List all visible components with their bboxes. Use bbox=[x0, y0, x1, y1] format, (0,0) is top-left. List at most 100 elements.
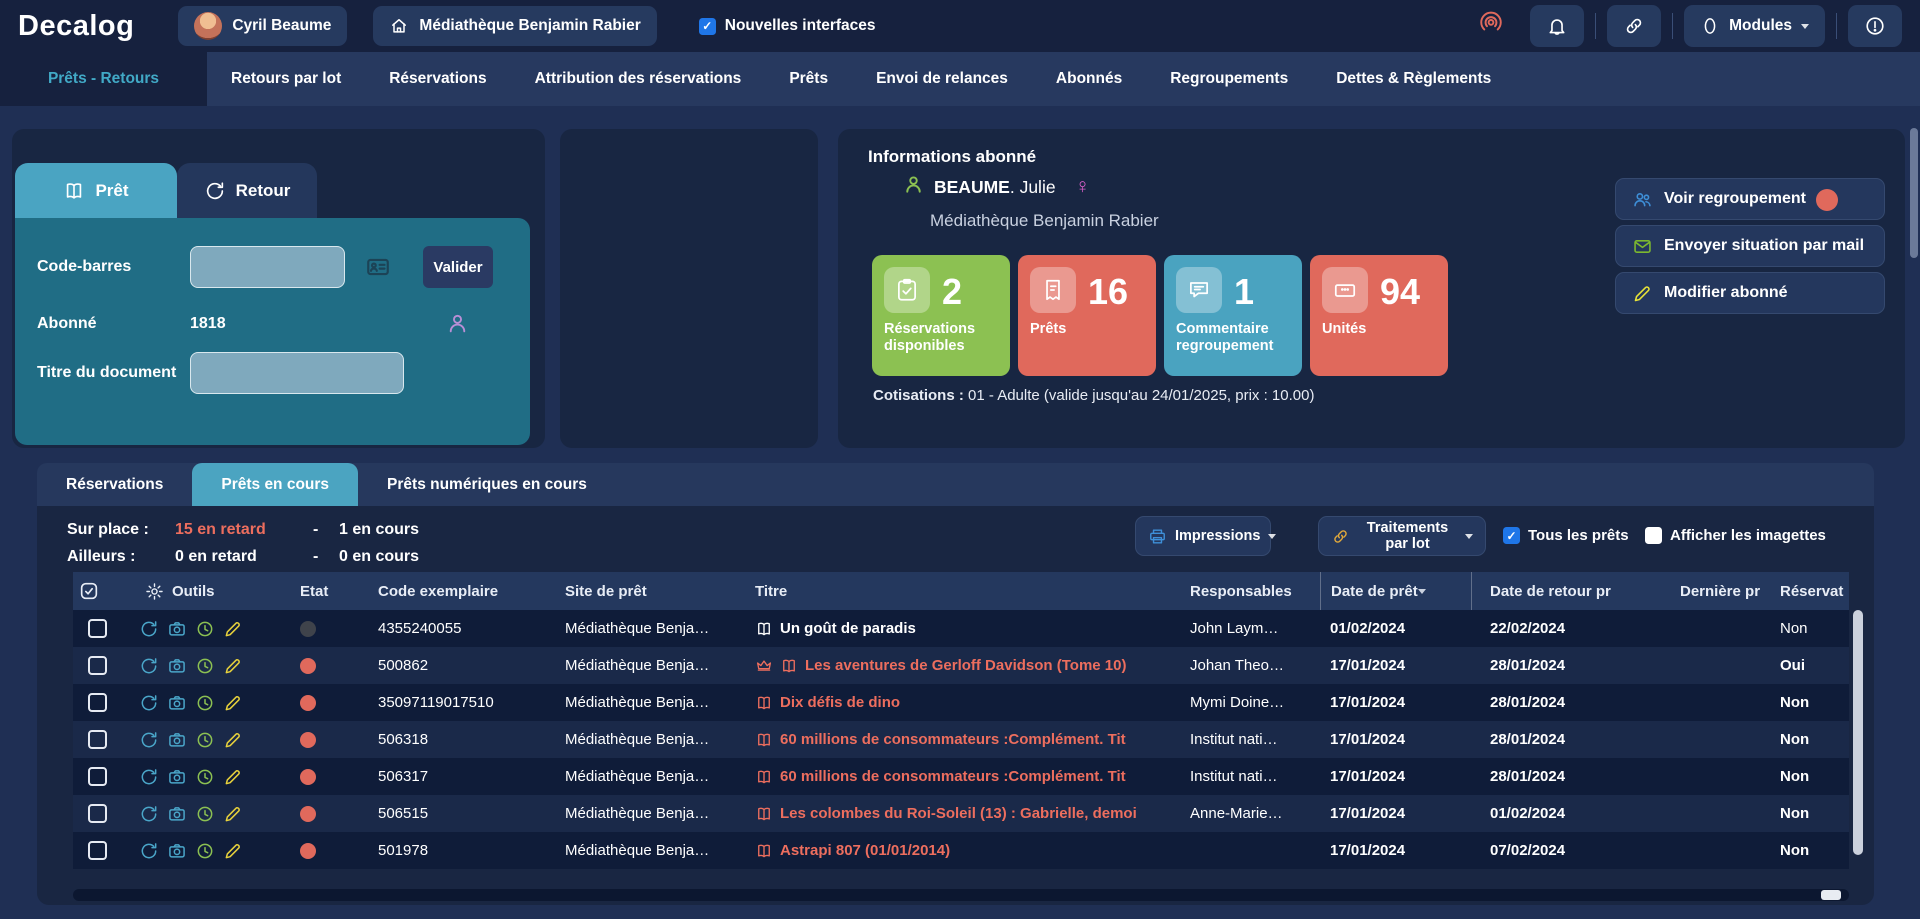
renew-icon[interactable] bbox=[139, 841, 159, 861]
crown-icon bbox=[755, 657, 773, 675]
camera-icon[interactable] bbox=[167, 767, 187, 787]
vertical-scrollbar[interactable] bbox=[1853, 610, 1863, 855]
batch-actions-button[interactable]: Traitements par lot bbox=[1318, 516, 1486, 556]
pencil-icon[interactable] bbox=[223, 767, 243, 787]
nav-tab-r-servations[interactable]: Réservations bbox=[365, 52, 510, 106]
col-date-pret[interactable]: Date de prêt bbox=[1320, 572, 1472, 610]
camera-icon[interactable] bbox=[167, 841, 187, 861]
renew-icon[interactable] bbox=[139, 767, 159, 787]
nav-tab-dettes-r-glements[interactable]: Dettes & Règlements bbox=[1312, 52, 1515, 106]
camera-icon[interactable] bbox=[167, 730, 187, 750]
envoyer-situation-button[interactable]: Envoyer situation par mail bbox=[1615, 225, 1885, 267]
select-all-checkbox[interactable] bbox=[78, 572, 127, 610]
notifications-button[interactable] bbox=[1530, 5, 1584, 47]
tab-pret[interactable]: Prêt bbox=[15, 163, 177, 218]
new-interfaces-toggle[interactable]: Nouvelles interfaces bbox=[699, 17, 876, 35]
loan-site: Médiathèque Benja… bbox=[555, 805, 745, 822]
modules-button[interactable]: Modules bbox=[1684, 5, 1825, 47]
chat-icon bbox=[1176, 267, 1222, 313]
voir-regroupement-button[interactable]: Voir regroupement bbox=[1615, 178, 1885, 220]
camera-icon[interactable] bbox=[167, 804, 187, 824]
person-icon[interactable] bbox=[445, 311, 470, 341]
new-interfaces-label: Nouvelles interfaces bbox=[725, 17, 876, 35]
loans-panel: Sur place :15 en retard-1 en cours Aille… bbox=[37, 506, 1874, 905]
user-chip[interactable]: Cyril Beaume bbox=[178, 6, 347, 46]
history-icon[interactable] bbox=[195, 656, 215, 676]
row-checkbox[interactable] bbox=[88, 693, 107, 712]
validate-button[interactable]: Valider bbox=[423, 246, 493, 288]
checkbox-checked-icon[interactable] bbox=[699, 18, 716, 35]
loans-tab-pr-ts-num-riques-en-cours[interactable]: Prêts numériques en cours bbox=[358, 463, 616, 506]
checkbox-checked-icon[interactable] bbox=[1503, 527, 1520, 544]
pencil-icon[interactable] bbox=[223, 730, 243, 750]
pencil-icon[interactable] bbox=[223, 804, 243, 824]
impressions-button[interactable]: Impressions bbox=[1135, 516, 1271, 556]
modifier-abonne-button[interactable]: Modifier abonné bbox=[1615, 272, 1885, 314]
renew-icon[interactable] bbox=[139, 619, 159, 639]
thumbnails-checkbox[interactable]: Afficher les imagettes bbox=[1645, 527, 1826, 544]
row-checkbox[interactable] bbox=[88, 841, 107, 860]
pencil-icon[interactable] bbox=[223, 656, 243, 676]
pencil-icon[interactable] bbox=[223, 619, 243, 639]
all-loans-checkbox[interactable]: Tous les prêts bbox=[1503, 527, 1629, 544]
page-scrollbar[interactable] bbox=[1910, 128, 1918, 258]
doc-title-input[interactable] bbox=[190, 352, 404, 394]
history-icon[interactable] bbox=[195, 693, 215, 713]
loan-title[interactable]: Les colombes du Roi-Soleil (13) : Gabrie… bbox=[745, 805, 1175, 823]
pencil-icon[interactable] bbox=[223, 693, 243, 713]
tab-retour[interactable]: Retour bbox=[177, 163, 317, 218]
history-icon[interactable] bbox=[195, 730, 215, 750]
renew-icon[interactable] bbox=[139, 730, 159, 750]
loan-title[interactable]: Astrapi 807 (01/01/2014) bbox=[745, 842, 1175, 860]
camera-icon[interactable] bbox=[167, 619, 187, 639]
barcode-input[interactable] bbox=[190, 246, 345, 288]
nav-tab-abonn-s[interactable]: Abonnés bbox=[1032, 52, 1146, 106]
pencil-icon[interactable] bbox=[223, 841, 243, 861]
camera-icon[interactable] bbox=[167, 656, 187, 676]
horizontal-scrollbar-thumb[interactable] bbox=[1821, 890, 1841, 900]
checkbox-unchecked-icon[interactable] bbox=[1645, 527, 1662, 544]
row-checkbox[interactable] bbox=[88, 730, 107, 749]
renew-icon[interactable] bbox=[139, 693, 159, 713]
chevron-down-icon bbox=[1801, 24, 1809, 33]
row-checkbox[interactable] bbox=[88, 656, 107, 675]
stat-card-pr-ts: 16Prêts bbox=[1018, 255, 1156, 376]
nav-tab-envoi-de-relances[interactable]: Envoi de relances bbox=[852, 52, 1032, 106]
history-icon[interactable] bbox=[195, 804, 215, 824]
loan-title[interactable]: Dix défis de dino bbox=[745, 694, 1175, 712]
links-button[interactable] bbox=[1607, 5, 1661, 47]
book-icon bbox=[780, 657, 798, 675]
loan-site: Médiathèque Benja… bbox=[555, 694, 745, 711]
renew-icon[interactable] bbox=[139, 804, 159, 824]
renew-icon[interactable] bbox=[139, 656, 159, 676]
nav-tab-attribution-des-r-servations[interactable]: Attribution des réservations bbox=[511, 52, 766, 106]
copy-barcode: 506317 bbox=[365, 768, 555, 785]
row-checkbox[interactable] bbox=[88, 619, 107, 638]
loan-title[interactable]: 60 millions de consommateurs :Complément… bbox=[745, 768, 1175, 786]
ticket-icon bbox=[1322, 267, 1368, 313]
nav-tab-pr-ts-retours[interactable]: Prêts - Retours bbox=[0, 52, 207, 106]
loan-responsable: Anne-Marie… bbox=[1175, 805, 1320, 822]
loans-tab-pr-ts-en-cours[interactable]: Prêts en cours bbox=[192, 463, 358, 506]
row-tools bbox=[127, 804, 290, 824]
nav-tab-pr-ts[interactable]: Prêts bbox=[765, 52, 852, 106]
loan-date-retour: 28/01/2024 bbox=[1472, 768, 1660, 785]
horizontal-scrollbar-track[interactable] bbox=[73, 889, 1849, 901]
loan-title[interactable]: 60 millions de consommateurs :Complément… bbox=[745, 731, 1175, 749]
loan-title[interactable]: Les aventures de Gerloff Davidson (Tome … bbox=[745, 657, 1175, 675]
row-checkbox[interactable] bbox=[88, 767, 107, 786]
nav-tab-retours-par-lot[interactable]: Retours par lot bbox=[207, 52, 365, 106]
history-icon[interactable] bbox=[195, 767, 215, 787]
history-icon[interactable] bbox=[195, 841, 215, 861]
library-chip[interactable]: Médiathèque Benjamin Rabier bbox=[373, 6, 656, 46]
col-etat: Etat bbox=[290, 572, 365, 610]
nav-tab-regroupements[interactable]: Regroupements bbox=[1146, 52, 1312, 106]
row-checkbox[interactable] bbox=[88, 804, 107, 823]
id-card-icon[interactable] bbox=[365, 254, 391, 285]
loan-title[interactable]: Un goût de paradis bbox=[745, 620, 1175, 638]
camera-icon[interactable] bbox=[167, 693, 187, 713]
help-button[interactable] bbox=[1848, 5, 1902, 47]
history-icon[interactable] bbox=[195, 619, 215, 639]
users-icon bbox=[1632, 189, 1653, 210]
loans-tab-r-servations[interactable]: Réservations bbox=[37, 463, 192, 506]
